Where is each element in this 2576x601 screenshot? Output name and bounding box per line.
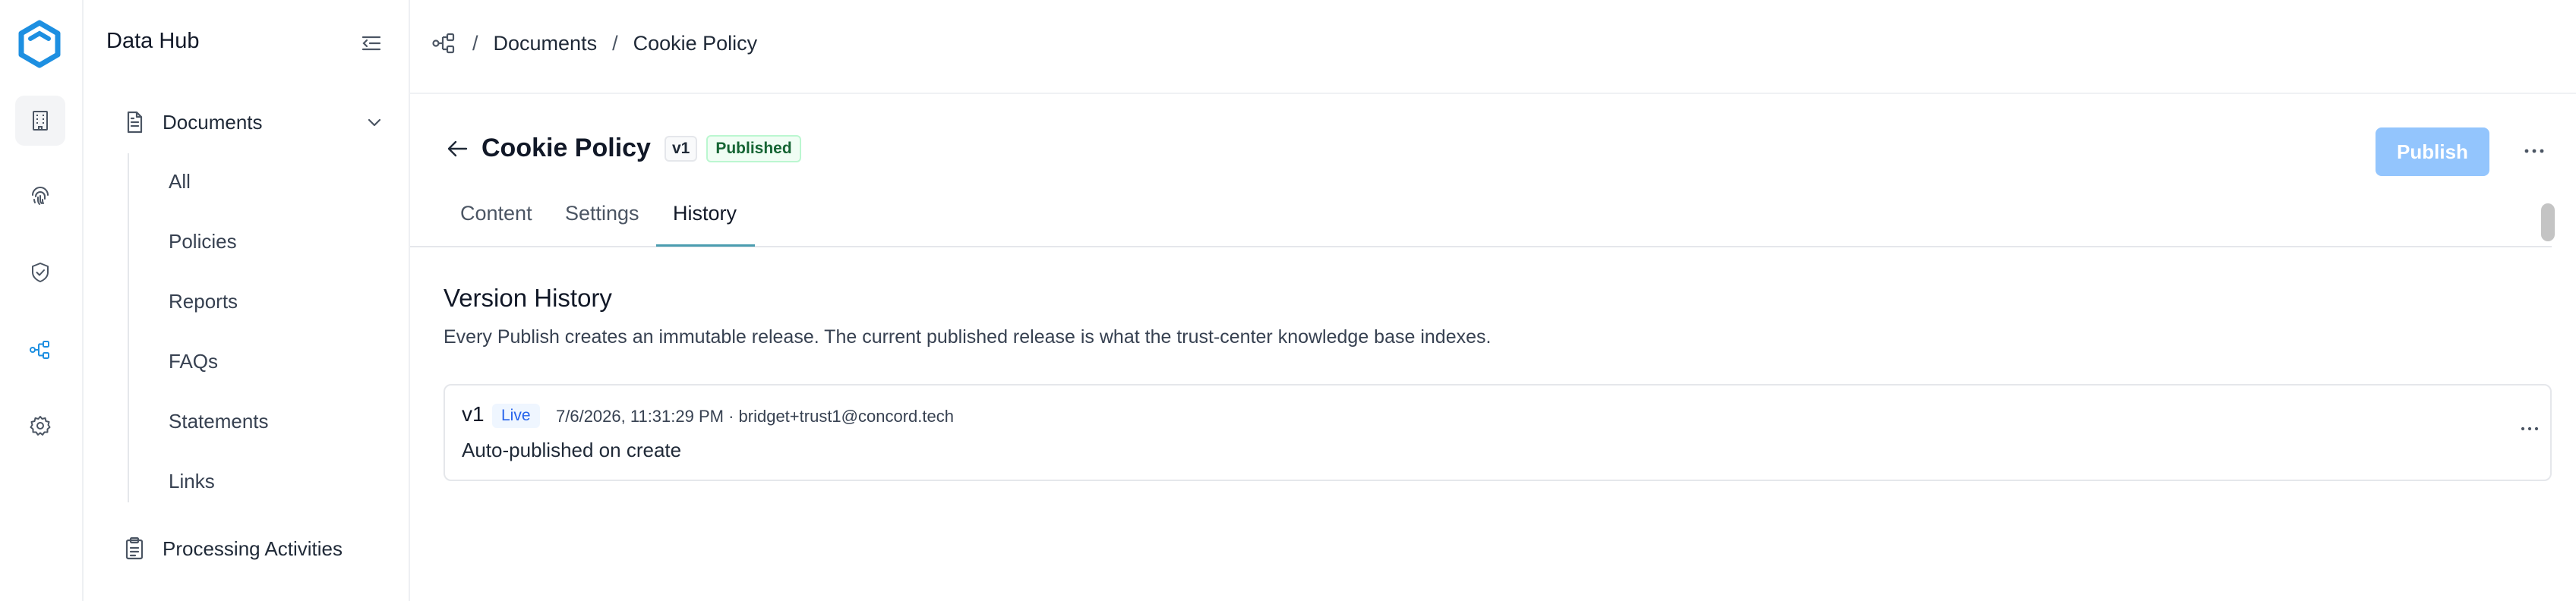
- sidebar-item-reports[interactable]: Reports: [169, 290, 238, 313]
- sidebar-sublist: All Policies Reports FAQs Statements Lin…: [128, 153, 386, 502]
- status-badge: Published: [706, 134, 801, 162]
- tab-history[interactable]: History: [673, 202, 737, 246]
- gear-icon: [30, 416, 51, 436]
- more-options-icon[interactable]: [2518, 419, 2541, 439]
- section-title: Version History: [444, 284, 612, 312]
- breadcrumb: / Documents / Cookie Policy: [431, 30, 757, 56]
- rail-item-organization[interactable]: [15, 96, 65, 146]
- document-icon: [127, 111, 143, 134]
- chevron-down-icon[interactable]: [363, 111, 386, 134]
- release-card: v1 Live 7/6/2026, 11:31:29 PM · bridget+…: [444, 384, 2552, 481]
- clipboard-icon: [125, 536, 144, 560]
- sidebar-item-policies[interactable]: Policies: [169, 230, 237, 253]
- shield-check-icon: [32, 263, 49, 282]
- rail-item-privacy[interactable]: [15, 171, 65, 222]
- sidebar-group-label: Documents: [163, 110, 263, 134]
- fingerprint-icon: [32, 187, 49, 205]
- rail-item-settings[interactable]: [15, 401, 65, 451]
- page-title: Cookie Policy: [481, 134, 651, 162]
- sidebar-item-links[interactable]: Links: [169, 470, 215, 493]
- tab-settings[interactable]: Settings: [565, 202, 639, 246]
- rail-item-security[interactable]: [15, 247, 65, 297]
- publish-button[interactable]: Publish: [2376, 127, 2489, 176]
- icon-rail: [0, 0, 84, 601]
- building-icon: [33, 111, 48, 131]
- tab-content[interactable]: Content: [460, 202, 532, 246]
- sidebar: Data Hub Documents All Policies Reports …: [84, 0, 410, 601]
- processing-activities-label: Processing Activities: [163, 536, 343, 560]
- sidebar-item-faqs[interactable]: FAQs: [169, 350, 218, 373]
- sidebar-item-processing-activities[interactable]: Processing Activities: [114, 536, 343, 562]
- data-flow-icon[interactable]: [431, 30, 457, 56]
- sidebar-title: Data Hub: [106, 29, 200, 53]
- breadcrumb-current: Cookie Policy: [633, 31, 758, 55]
- release-note: Auto-published on create: [462, 439, 682, 461]
- top-bar: / Documents / Cookie Policy: [410, 0, 2576, 94]
- sidebar-item-all[interactable]: All: [169, 170, 191, 194]
- scrollbar-thumb[interactable]: [2541, 203, 2555, 241]
- release-version: v1: [462, 402, 485, 426]
- sidebar-item-statements[interactable]: Statements: [169, 410, 269, 433]
- section-description: Every Publish creates an immutable relea…: [444, 326, 1492, 348]
- release-meta: 7/6/2026, 11:31:29 PM · bridget+trust1@c…: [556, 407, 954, 426]
- breadcrumb-documents[interactable]: Documents: [494, 32, 598, 55]
- breadcrumb-separator: /: [612, 31, 618, 55]
- arrow-left-icon[interactable]: [444, 135, 471, 162]
- live-badge: Live: [492, 404, 540, 428]
- collapse-sidebar-icon[interactable]: [358, 30, 384, 56]
- main-content: / Documents / Cookie Policy Cookie Polic…: [410, 0, 2576, 601]
- rail-item-data-hub[interactable]: [15, 325, 65, 375]
- version-badge: v1: [664, 135, 698, 162]
- sidebar-group-documents[interactable]: Documents: [114, 105, 395, 140]
- breadcrumb-separator: /: [472, 31, 478, 55]
- more-options-icon[interactable]: [2521, 140, 2547, 162]
- active-tab-indicator: [656, 244, 755, 247]
- document-header: Cookie Policy v1 Published: [444, 134, 801, 163]
- logo-icon[interactable]: [14, 18, 65, 70]
- data-flow-icon: [30, 341, 49, 359]
- tab-bar: Content Settings History: [410, 196, 2552, 247]
